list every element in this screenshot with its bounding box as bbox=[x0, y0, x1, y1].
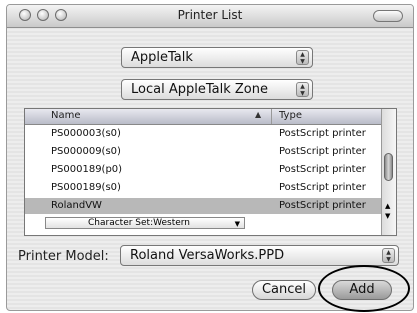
cancel-button[interactable]: Cancel bbox=[252, 280, 316, 300]
zone-popup[interactable]: Local AppleTalk Zone ▲ ▼ bbox=[121, 79, 313, 100]
printer-name: RolandVW bbox=[51, 200, 102, 211]
toolbar-toggle-button[interactable] bbox=[373, 10, 403, 22]
printer-type: PostScript printer bbox=[279, 164, 366, 175]
scroll-down-icon[interactable]: ▼ bbox=[385, 212, 390, 220]
printer-model-popup[interactable]: Roland VersaWorks.PPD ▲ ▼ bbox=[120, 245, 399, 266]
highlight-circle bbox=[318, 265, 410, 312]
table-row[interactable]: PS000189(p0) PostScript printer bbox=[25, 162, 383, 178]
chevron-down-icon: ▼ bbox=[234, 220, 240, 228]
printer-type: PostScript printer bbox=[279, 182, 366, 193]
zone-value: Local AppleTalk Zone bbox=[131, 82, 268, 97]
printer-type: PostScript printer bbox=[279, 146, 366, 157]
title-bar: Printer List bbox=[7, 5, 413, 28]
window-title: Printer List bbox=[177, 8, 243, 22]
vertical-scrollbar[interactable]: ▲ ▼ bbox=[381, 109, 396, 235]
character-set-value: Character Set:Western bbox=[88, 218, 191, 228]
table-row[interactable]: PS000003(s0) PostScript printer bbox=[25, 126, 383, 142]
printer-model-value: Roland VersaWorks.PPD bbox=[130, 248, 285, 263]
column-header-type[interactable]: Type bbox=[279, 110, 302, 121]
table-row-selected[interactable]: RolandVW PostScript printer bbox=[25, 198, 383, 214]
sort-ascending-icon: ▲ bbox=[255, 110, 262, 119]
table-row[interactable]: PS000189(s0) PostScript printer bbox=[25, 180, 383, 196]
printer-name: PS000003(s0) bbox=[51, 128, 121, 139]
connection-type-value: AppleTalk bbox=[131, 50, 193, 65]
popup-arrows-icon: ▲ ▼ bbox=[296, 82, 309, 97]
popup-arrows-icon: ▲ ▼ bbox=[382, 248, 395, 263]
character-set-popup[interactable]: Character Set:Western ▼ bbox=[45, 217, 245, 229]
printer-list-table[interactable]: Name ▲ Type PS000003(s0) PostScript prin… bbox=[24, 108, 397, 236]
scroll-up-icon[interactable]: ▲ bbox=[385, 202, 390, 210]
table-row[interactable]: PS000009(s0) PostScript printer bbox=[25, 144, 383, 160]
connection-type-popup[interactable]: AppleTalk ▲ ▼ bbox=[121, 47, 313, 68]
printer-model-label: Printer Model: bbox=[18, 249, 109, 264]
printer-name: PS000189(p0) bbox=[51, 164, 123, 175]
popup-arrows-icon: ▲ ▼ bbox=[296, 50, 309, 65]
scrollbar-thumb[interactable] bbox=[384, 153, 393, 181]
column-divider bbox=[271, 109, 272, 124]
printer-name: PS000009(s0) bbox=[51, 146, 121, 157]
printer-type: PostScript printer bbox=[279, 200, 366, 211]
column-header-name[interactable]: Name bbox=[51, 110, 81, 121]
printer-type: PostScript printer bbox=[279, 128, 366, 139]
table-header: Name ▲ Type bbox=[25, 109, 383, 125]
printer-name: PS000189(s0) bbox=[51, 182, 121, 193]
